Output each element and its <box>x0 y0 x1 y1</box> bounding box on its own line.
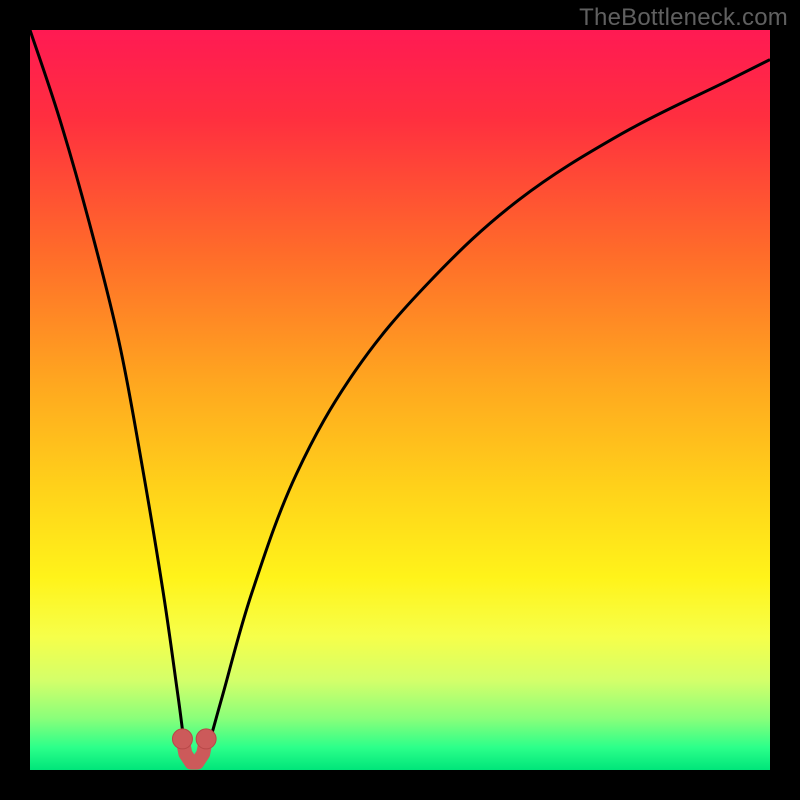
gradient-background <box>30 30 770 770</box>
highlight-point <box>196 729 216 749</box>
highlight-point <box>172 729 192 749</box>
watermark-text: TheBottleneck.com <box>579 4 788 32</box>
bottleneck-chart-svg <box>30 30 770 770</box>
plot-area <box>30 30 770 770</box>
chart-frame: TheBottleneck.com <box>0 0 800 800</box>
